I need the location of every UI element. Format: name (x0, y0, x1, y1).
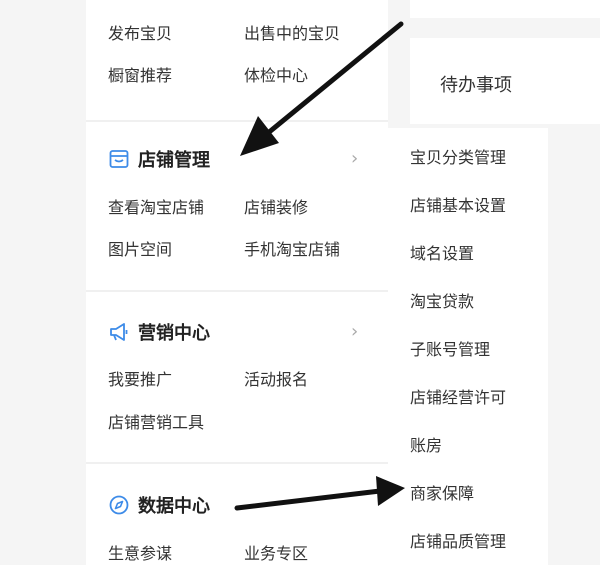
link-business-zone[interactable]: 业务专区 (244, 544, 308, 564)
divider (86, 120, 388, 122)
link-view-store[interactable]: 查看淘宝店铺 (108, 198, 204, 218)
chevron-right-icon[interactable]: › (351, 149, 358, 169)
divider (86, 290, 388, 292)
section-title-marketing: 营销中心 (138, 323, 210, 344)
compass-icon (108, 494, 130, 516)
submenu-item-category[interactable]: 宝贝分类管理 (410, 148, 506, 168)
megaphone-icon (108, 321, 130, 343)
submenu-item-basic-settings[interactable]: 店铺基本设置 (410, 196, 506, 216)
sidebar: 发布宝贝 出售中的宝贝 橱窗推荐 体检中心 店铺管理 › 查看淘宝店铺 店铺装修… (86, 0, 388, 565)
section-header-store[interactable]: 店铺管理 (108, 145, 210, 173)
section-header-marketing[interactable]: 营销中心 (108, 318, 210, 346)
store-icon (108, 148, 130, 170)
link-items-on-sale[interactable]: 出售中的宝贝 (244, 24, 340, 44)
link-publish-item[interactable]: 发布宝贝 (108, 24, 172, 44)
section-header-data[interactable]: 数据中心 (108, 491, 210, 519)
top-card (410, 0, 600, 18)
link-mobile-store[interactable]: 手机淘宝店铺 (244, 240, 340, 260)
divider (86, 462, 388, 464)
submenu-item-merchant-guarantee[interactable]: 商家保障 (410, 484, 474, 504)
submenu-item-account-room[interactable]: 账房 (410, 436, 442, 456)
submenu-item-subaccount[interactable]: 子账号管理 (410, 340, 490, 360)
submenu-item-quality[interactable]: 店铺品质管理 (410, 532, 506, 552)
todo-title: 待办事项 (440, 75, 512, 96)
link-promotion[interactable]: 我要推广 (108, 370, 172, 390)
todo-card: 待办事项 (410, 38, 600, 124)
link-store-decoration[interactable]: 店铺装修 (244, 198, 308, 218)
link-health-check[interactable]: 体检中心 (244, 66, 308, 86)
link-marketing-tools[interactable]: 店铺营销工具 (108, 413, 204, 433)
section-title-store: 店铺管理 (138, 150, 210, 171)
link-event-signup[interactable]: 活动报名 (244, 370, 308, 390)
section-title-data: 数据中心 (138, 496, 210, 517)
chevron-right-icon[interactable]: › (351, 322, 358, 342)
link-showcase[interactable]: 橱窗推荐 (108, 66, 172, 86)
link-image-space[interactable]: 图片空间 (108, 240, 172, 260)
link-business-advisor[interactable]: 生意参谋 (108, 544, 172, 564)
submenu-item-license[interactable]: 店铺经营许可 (410, 388, 506, 408)
store-management-submenu: 宝贝分类管理 店铺基本设置 域名设置 淘宝贷款 子账号管理 店铺经营许可 账房 … (388, 128, 548, 565)
submenu-item-loan[interactable]: 淘宝贷款 (410, 292, 474, 312)
submenu-item-domain[interactable]: 域名设置 (410, 244, 474, 264)
